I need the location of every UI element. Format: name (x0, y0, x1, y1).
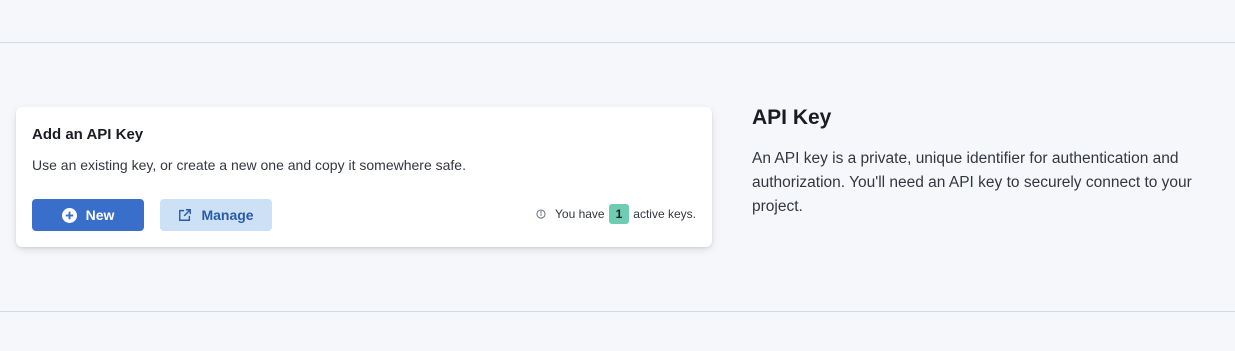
api-key-description: An API key is a private, unique identifi… (752, 150, 1192, 215)
manage-keys-button[interactable]: Manage (160, 199, 272, 231)
api-key-page: Add an API Key Use an existing key, or c… (0, 0, 1235, 351)
top-divider (0, 42, 1235, 43)
new-button-label: New (85, 207, 115, 223)
bottom-divider (0, 311, 1235, 312)
card-description: Use an existing key, or create a new one… (32, 157, 466, 173)
active-keys-status: You have 1 active keys. (536, 204, 696, 224)
active-keys-count-badge: 1 (608, 204, 630, 224)
add-api-key-card: Add an API Key Use an existing key, or c… (16, 107, 712, 247)
info-icon (536, 209, 546, 219)
new-key-button[interactable]: New (32, 199, 144, 231)
active-keys-prefix: You have (555, 207, 605, 221)
active-keys-suffix: active keys. (633, 207, 696, 221)
manage-button-label: Manage (201, 207, 254, 223)
external-link-icon (179, 209, 192, 221)
plus-circle-icon (61, 207, 77, 223)
api-key-heading: API Key (752, 106, 832, 129)
card-title: Add an API Key (32, 126, 144, 143)
